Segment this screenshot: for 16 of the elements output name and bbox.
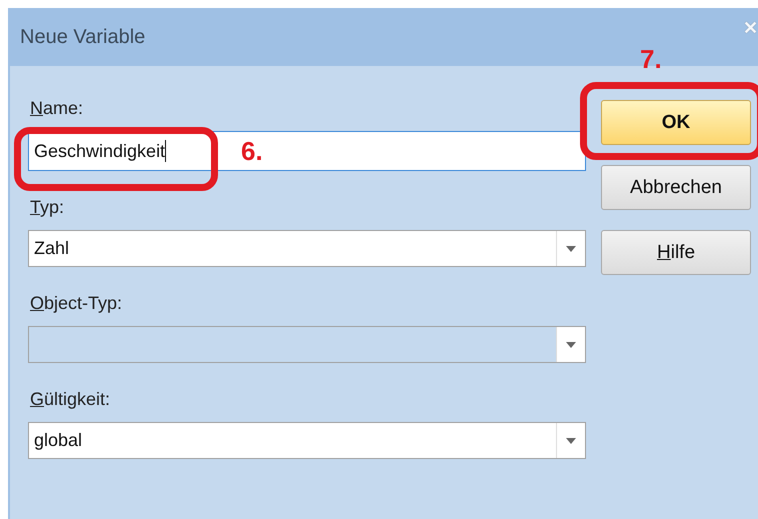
field-label: Typ: <box>30 197 66 218</box>
ok-button[interactable]: OK <box>601 100 751 145</box>
dialog-button[interactable]: Abbrechen <box>601 165 751 210</box>
dropdown-arrow-icon <box>566 342 576 348</box>
field-label: Gültigkeit: <box>30 389 112 410</box>
dropdown-field[interactable]: global <box>28 422 586 459</box>
dropdown-arrow-icon <box>566 246 576 252</box>
step-number: 6. <box>241 136 263 167</box>
step-number: 7. <box>640 44 662 75</box>
dropdown-arrow-icon <box>566 438 576 444</box>
field-label: Object-Typ: <box>30 293 124 314</box>
field-label: Name: <box>30 98 84 119</box>
dropdown-field[interactable]: Zahl <box>28 230 586 267</box>
input-field[interactable]: Geschwindigkeit 6. <box>28 131 586 171</box>
dialog-button[interactable]: Hilfe <box>601 230 751 275</box>
window-title: Neue Variable <box>20 26 146 48</box>
